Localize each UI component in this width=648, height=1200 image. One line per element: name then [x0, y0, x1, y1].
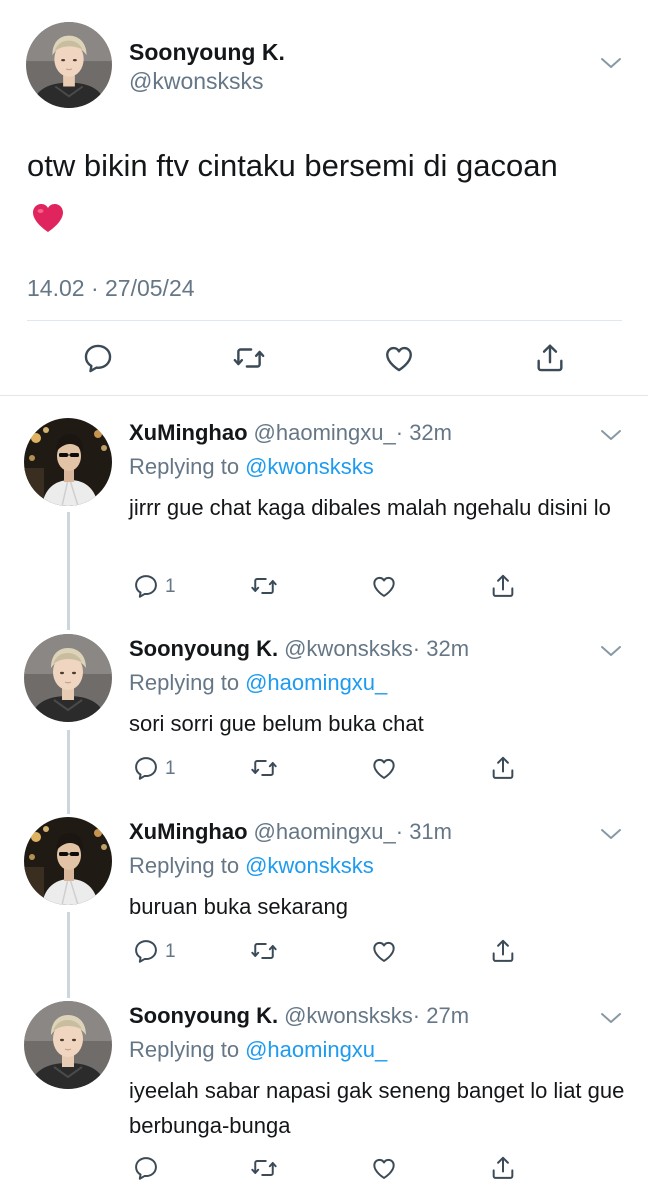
share-icon[interactable] [489, 937, 517, 965]
reply-icon[interactable] [132, 754, 160, 782]
retweet-icon[interactable] [250, 937, 278, 965]
replying-to-link[interactable]: @kwonsksks [245, 853, 374, 878]
reply-icon[interactable] [132, 1154, 160, 1182]
author-name[interactable]: Soonyoung K. [129, 38, 285, 66]
reply-tweet[interactable]: Soonyoung K. @kwonsksks· 27m Replying to @… [0, 1001, 648, 1191]
replying-label: Replying to [129, 1037, 240, 1062]
author-name[interactable]: Soonyoung K. [129, 1003, 278, 1028]
replying-label: Replying to [129, 454, 240, 479]
author-handle[interactable]: @haomingxu_ [254, 819, 396, 844]
reply-actions [0, 1154, 648, 1184]
reply-text: iyeelah sabar napasi gak seneng banget l… [129, 1078, 625, 1138]
reply-age: · 32m [412, 636, 470, 661]
author-handle[interactable]: @kwonsksks [129, 67, 264, 95]
reply-tweet[interactable]: XuMinghao @haomingxu_· 32m Replying to @kw… [0, 418, 648, 608]
reply-age: · 32m [395, 420, 452, 445]
replying-label: Replying to [129, 853, 240, 878]
retweet-icon[interactable] [232, 341, 266, 375]
author-handle[interactable]: @kwonsksks [284, 636, 413, 661]
replying-to: Replying to @kwonsksks [129, 452, 374, 482]
divider [27, 320, 622, 321]
reply-count: 1 [165, 576, 176, 597]
reply-actions: 1 [0, 937, 648, 967]
reply-text: buruan buka sekarang [129, 894, 348, 919]
chevron-down-icon[interactable] [600, 428, 622, 442]
retweet-icon[interactable] [250, 1154, 278, 1182]
chevron-down-icon[interactable] [600, 56, 622, 70]
reply-actions: 1 [0, 572, 648, 602]
replying-to: Replying to @haomingxu_ [129, 668, 387, 698]
retweet-icon[interactable] [250, 754, 278, 782]
reply-header: Soonyoung K. @kwonsksks· 27m [129, 1001, 469, 1031]
main-tweet: Soonyoung K. @kwonsksks otw bikin ftv ci… [0, 0, 648, 396]
reply-header: XuMinghao @haomingxu_· 32m [129, 418, 452, 448]
reply-header: XuMinghao @haomingxu_· 31m [129, 817, 452, 847]
chevron-down-icon[interactable] [600, 827, 622, 841]
tweet-text-body: otw bikin ftv cintaku bersemi di gacoan [27, 148, 558, 183]
reply-icon[interactable] [132, 572, 160, 600]
author-name[interactable]: XuMinghao [129, 819, 248, 844]
like-icon[interactable] [382, 341, 416, 375]
divider [0, 395, 648, 396]
like-icon[interactable] [370, 1154, 398, 1182]
like-icon[interactable] [370, 937, 398, 965]
reply-age: · 27m [412, 1003, 470, 1028]
share-icon[interactable] [489, 754, 517, 782]
tweet-timestamp[interactable]: 14.02 · 27/05/24 [27, 273, 195, 303]
reply-icon[interactable] [81, 341, 115, 375]
author-avatar[interactable] [26, 22, 112, 108]
author-avatar[interactable] [24, 634, 112, 722]
reply-tweet[interactable]: XuMinghao @haomingxu_· 31m Replying to @kw… [0, 817, 648, 977]
reply-text: sori sorri gue belum buka chat [129, 711, 424, 736]
replying-to: Replying to @kwonsksks [129, 851, 374, 881]
replying-to: Replying to @haomingxu_ [129, 1035, 387, 1065]
replying-label: Replying to [129, 670, 240, 695]
reply-header: Soonyoung K. @kwonsksks· 32m [129, 634, 469, 664]
reply-icon[interactable] [132, 937, 160, 965]
replying-to-link[interactable]: @kwonsksks [245, 454, 374, 479]
share-icon[interactable] [489, 1154, 517, 1182]
replying-to-link[interactable]: @haomingxu_ [245, 670, 387, 695]
tweet-text: otw bikin ftv cintaku bersemi di gacoan [27, 140, 587, 244]
share-icon[interactable] [489, 572, 517, 600]
share-icon[interactable] [533, 341, 567, 375]
replying-to-link[interactable]: @haomingxu_ [245, 1037, 387, 1062]
retweet-icon[interactable] [250, 572, 278, 600]
chevron-down-icon[interactable] [600, 1011, 622, 1025]
reply-tweet[interactable]: Soonyoung K. @kwonsksks· 32m Replying to @… [0, 634, 648, 794]
author-name[interactable]: XuMinghao [129, 420, 248, 445]
author-avatar[interactable] [24, 418, 112, 506]
reply-count: 1 [165, 941, 176, 962]
reply-count: 1 [165, 758, 176, 779]
like-icon[interactable] [370, 572, 398, 600]
reply-actions: 1 [0, 754, 648, 784]
author-name[interactable]: Soonyoung K. [129, 636, 278, 661]
chevron-down-icon[interactable] [600, 644, 622, 658]
reply-age: · 31m [395, 819, 452, 844]
author-handle[interactable]: @haomingxu_ [254, 420, 396, 445]
reply-text: jirrr gue chat kaga dibales malah ngehal… [129, 495, 611, 520]
red-heart-emoji-icon [31, 202, 65, 234]
like-icon[interactable] [370, 754, 398, 782]
author-handle[interactable]: @kwonsksks [284, 1003, 413, 1028]
author-avatar[interactable] [24, 1001, 112, 1089]
author-avatar[interactable] [24, 817, 112, 905]
